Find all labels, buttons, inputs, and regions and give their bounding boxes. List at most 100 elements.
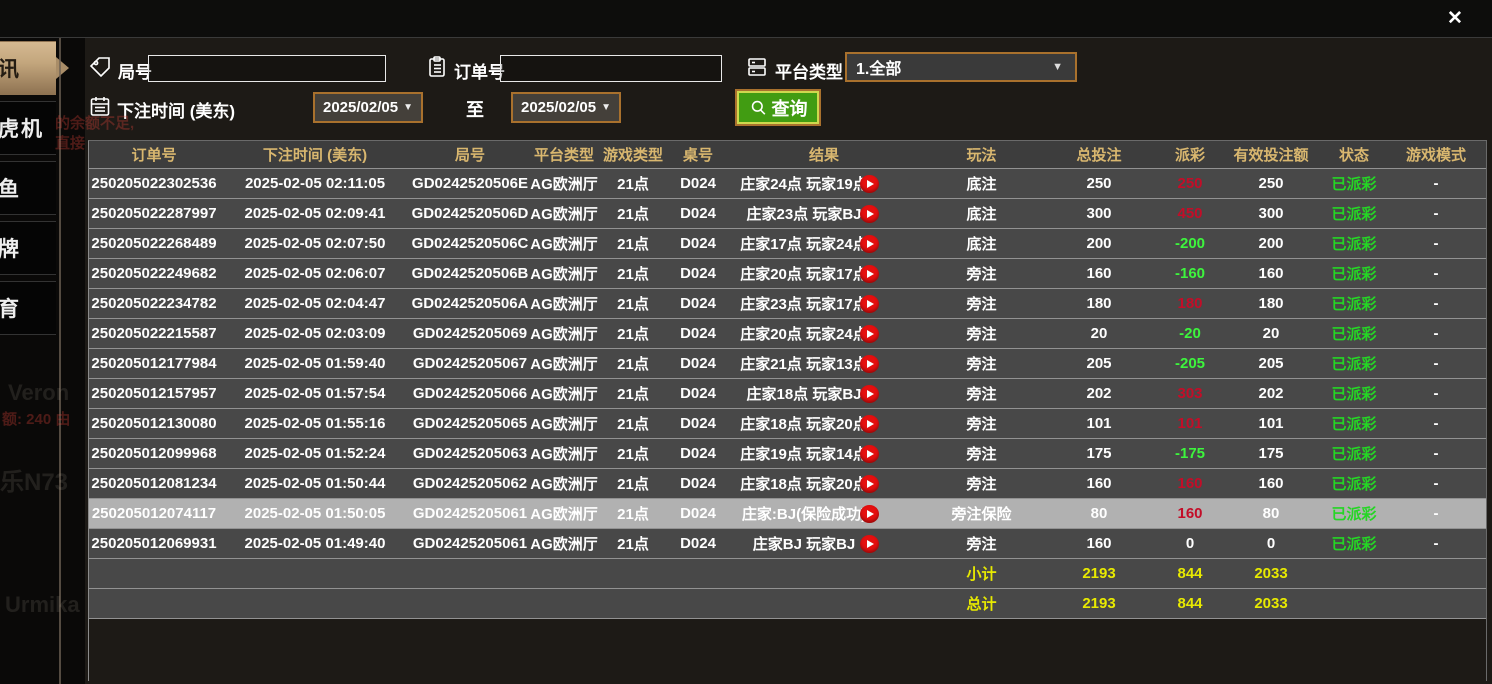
play-triangle [867,420,874,428]
platform-cell: AG欧洲厅 [529,439,599,468]
result-cell: 庄家:BJ(保险成功) [729,499,919,528]
table-row[interactable]: 250205022215587 2025-02-05 02:03:09 GD02… [89,318,1486,348]
play-icon[interactable] [860,175,879,193]
play-icon[interactable] [860,415,879,433]
payout-cell: -205 [1154,349,1226,378]
table-row[interactable]: 250205022268489 2025-02-05 02:07:50 GD02… [89,228,1486,258]
date-from-value: 2025/02/05 [323,99,398,116]
filler-cell [1480,379,1486,408]
total-bet-cell: 202 [1044,379,1154,408]
play-type-cell: 旁注 [919,439,1044,468]
play-icon[interactable] [860,295,879,313]
status-cell: 已派彩 [1316,529,1392,558]
table-row[interactable]: 250205012099968 2025-02-05 01:52:24 GD02… [89,438,1486,468]
bet-time-cell: 2025-02-05 01:59:40 [219,349,411,378]
sidebar-tab-slots[interactable]: 虎机 [0,101,56,155]
status-cell: 已派彩 [1316,199,1392,228]
table-row[interactable]: 250205022249682 2025-02-05 02:06:07 GD02… [89,258,1486,288]
date-to-picker[interactable]: 2025/02/05 ▼ [511,92,621,123]
play-icon[interactable] [860,475,879,493]
play-icon[interactable] [860,535,879,553]
total-bet-cell: 101 [1044,409,1154,438]
game-type-cell: 21点 [599,229,667,258]
play-type-cell: 旁注 [919,469,1044,498]
play-type-cell: 旁注保险 [919,499,1044,528]
platform-type-label: 平台类型 [775,58,843,83]
table-no-cell: D024 [667,469,729,498]
round-id-cell: GD02425205067 [411,349,529,378]
table-row[interactable]: 250205012081234 2025-02-05 01:50:44 GD02… [89,468,1486,498]
sidebar-tab-live[interactable]: 讯 [0,41,56,95]
date-from-picker[interactable]: 2025/02/05 ▼ [313,92,423,123]
total-bet-cell: 160 [1044,529,1154,558]
total-bet-cell: 250 [1044,169,1154,198]
round-id-cell: GD02425205066 [411,379,529,408]
play-icon[interactable] [860,445,879,463]
payout-cell: 250 [1154,169,1226,198]
order-id-cell: 250205022302536 [89,169,219,198]
filler-cell [1480,439,1486,468]
play-icon[interactable] [860,205,879,223]
round-number-input[interactable] [148,55,386,82]
table-row[interactable]: 250205012069931 2025-02-05 01:49:40 GD02… [89,528,1486,558]
title-bar: ✕ [0,0,1492,38]
query-button[interactable]: 查询 [737,91,819,124]
table-no-cell: D024 [667,319,729,348]
game-mode-cell: - [1392,349,1480,378]
sidebar-tab-fishing[interactable]: 鱼 [0,161,56,215]
play-triangle [867,210,874,218]
play-icon[interactable] [860,265,879,283]
round-id-cell: GD02425205062 [411,469,529,498]
table-row[interactable]: 250205012074117 2025-02-05 01:50:05 GD02… [89,498,1486,528]
platform-type-select[interactable]: 1.全部 ▼ [845,52,1077,82]
game-type-cell: 21点 [599,289,667,318]
sidebar-tab-cards[interactable]: 牌 [0,221,56,275]
round-id-cell: GD02425205063 [411,439,529,468]
play-icon[interactable] [860,505,879,523]
round-id-cell: GD02425205061 [411,499,529,528]
play-triangle [867,300,874,308]
total-bet-cell: 80 [1044,499,1154,528]
valid-bet-cell: 300 [1226,199,1316,228]
play-triangle [867,240,874,248]
payout-cell: 160 [1154,469,1226,498]
table-row[interactable]: 250205022287997 2025-02-05 02:09:41 GD02… [89,198,1486,228]
filler-cell [1480,229,1486,258]
table-no-cell: D024 [667,259,729,288]
game-type-cell: 21点 [599,169,667,198]
play-icon[interactable] [860,355,879,373]
play-triangle [867,360,874,368]
server-icon [745,55,769,79]
order-id-cell: 250205022234782 [89,289,219,318]
order-id-cell: 250205022287997 [89,199,219,228]
table-row[interactable]: 250205022302536 2025-02-05 02:11:05 GD02… [89,168,1486,198]
game-mode-cell: - [1392,289,1480,318]
order-number-input[interactable] [500,55,722,82]
result-cell: 庄家17点 玩家24点 [729,229,919,258]
payout-cell: 0 [1154,529,1226,558]
play-icon[interactable] [860,325,879,343]
sidebar-tab-sports[interactable]: 育 [0,281,56,335]
play-icon[interactable] [860,385,879,403]
result-text: 庄家18点 玩家BJ [729,383,879,404]
table-no-cell: D024 [667,379,729,408]
table-row[interactable]: 250205012177984 2025-02-05 01:59:40 GD02… [89,348,1486,378]
close-icon[interactable]: ✕ [1442,6,1468,32]
totals-total-bet: 2193 [1044,589,1154,618]
table-row[interactable]: 250205012130080 2025-02-05 01:55:16 GD02… [89,408,1486,438]
game-type-cell: 21点 [599,499,667,528]
status-cell: 已派彩 [1316,349,1392,378]
totals-payout: 844 [1154,559,1226,588]
play-type-cell: 旁注 [919,349,1044,378]
to-label: 至 [466,96,484,122]
table-row[interactable]: 250205012157957 2025-02-05 01:57:54 GD02… [89,378,1486,408]
sidebar: 讯 虎机 鱼 牌 育 [0,38,85,684]
filler-cell [1480,469,1486,498]
play-icon[interactable] [860,235,879,253]
table-row[interactable]: 250205022234782 2025-02-05 02:04:47 GD02… [89,288,1486,318]
table-no-cell: D024 [667,439,729,468]
table-no-cell: D024 [667,289,729,318]
round-id-cell: GD0242520506D [411,199,529,228]
valid-bet-cell: 180 [1226,289,1316,318]
valid-bet-cell: 80 [1226,499,1316,528]
